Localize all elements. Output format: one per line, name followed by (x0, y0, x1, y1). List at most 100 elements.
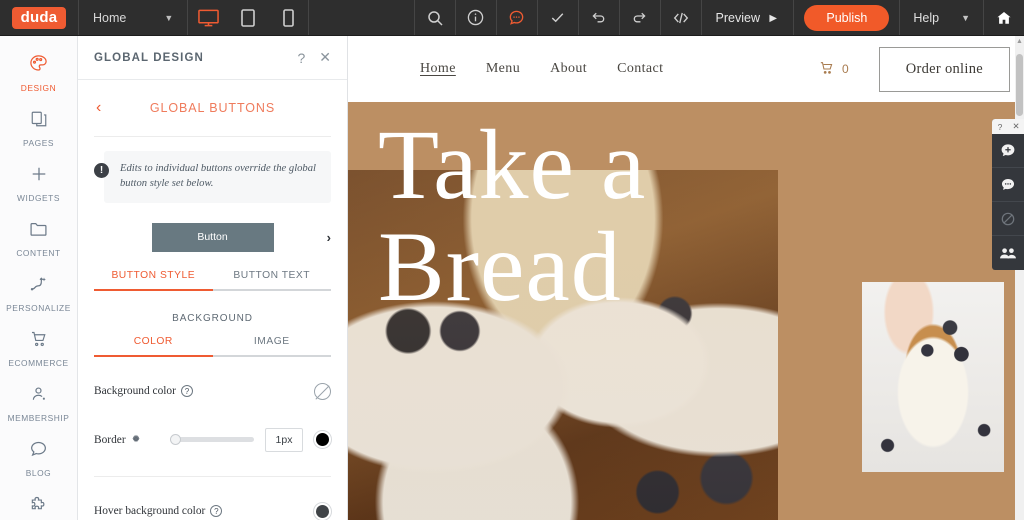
hero-heading-line1: Take a (378, 109, 646, 220)
undo-icon[interactable] (579, 0, 619, 35)
help-label: Help (913, 11, 939, 25)
home-icon[interactable] (984, 0, 1024, 35)
scroll-up-icon[interactable]: ▲ (1016, 38, 1023, 45)
border-controls: 1px (141, 428, 331, 452)
tablet-view-icon[interactable] (228, 0, 268, 35)
preview-label: Preview (716, 11, 760, 25)
chevron-right-icon[interactable]: › (327, 230, 331, 245)
chat-icon (29, 440, 48, 463)
sidebar-item-label: MEMBERSHIP (8, 413, 70, 423)
hide-icon[interactable] (992, 202, 1024, 236)
sidebar-item-label: PAGES (23, 138, 54, 148)
tab-color[interactable]: COLOR (94, 336, 213, 357)
background-color-label: Background color (94, 385, 176, 397)
button-preview-row: Button › (94, 223, 331, 252)
site-nav-home[interactable]: Home (420, 61, 456, 77)
divider (94, 136, 331, 137)
hero-section[interactable]: Take a Bread (348, 102, 1024, 520)
sidebar-item-label: ECOMMERCE (8, 358, 68, 368)
site-nav-about[interactable]: About (550, 61, 587, 77)
palette-icon (29, 54, 48, 78)
publish-button[interactable]: Publish (804, 5, 889, 31)
close-icon[interactable]: ✕ (1008, 119, 1024, 134)
sidebar-item-membership[interactable]: MEMBERSHIP (0, 377, 77, 432)
order-online-button[interactable]: Order online (879, 47, 1010, 92)
sidebar-item-pages[interactable]: PAGES (0, 102, 77, 157)
sidebar-item-app-store[interactable]: APP STORE (0, 487, 77, 520)
canvas-scrollbar[interactable]: ▲ (1015, 36, 1024, 520)
team-icon[interactable] (992, 236, 1024, 270)
sidebar-item-label: DESIGN (21, 83, 56, 93)
sidebar-item-blog[interactable]: BLOG (0, 432, 77, 487)
slider-handle[interactable] (170, 434, 181, 445)
hover-background-color-label: Hover background color (94, 505, 205, 517)
hero-heading[interactable]: Take a Bread (378, 114, 778, 318)
sidebar-item-ecommerce[interactable]: ECOMMERCE (0, 322, 77, 377)
sidebar-item-label: BLOG (26, 468, 51, 478)
sidebar-item-content[interactable]: CONTENT (0, 212, 77, 267)
site-nav-menu[interactable]: Menu (486, 61, 520, 77)
help-icon[interactable]: ? (297, 50, 305, 66)
page-selector[interactable]: Home ▼ (79, 0, 187, 35)
background-tabs: COLOR IMAGE (94, 336, 331, 357)
cart-icon (30, 330, 48, 353)
scrollbar-thumb[interactable] (1016, 54, 1023, 116)
tab-image[interactable]: IMAGE (213, 336, 332, 357)
mobile-view-icon[interactable] (268, 0, 308, 35)
sidebar-item-design[interactable]: DESIGN (0, 46, 77, 102)
chevron-down-icon: ▼ (961, 13, 970, 23)
gear-icon[interactable] (131, 431, 141, 449)
duda-logo-text: duda (12, 7, 67, 29)
preview-button[interactable]: Preview ► (702, 0, 794, 35)
button-tabs: BUTTON STYLE BUTTON TEXT (94, 270, 331, 291)
border-color-swatch[interactable] (314, 431, 331, 448)
global-design-panel: GLOBAL DESIGN ? ✕ ‹ GLOBAL BUTTONS ! Edi… (78, 36, 348, 520)
site-nav-contact[interactable]: Contact (617, 61, 663, 77)
panel-body: ‹ GLOBAL BUTTONS ! Edits to individual b… (78, 80, 347, 520)
search-icon[interactable] (415, 0, 455, 35)
cart-widget[interactable]: 0 (820, 61, 849, 78)
border-width-slider[interactable] (170, 437, 254, 442)
background-section-title: BACKGROUND (94, 313, 331, 324)
back-icon[interactable]: ‹ (96, 100, 101, 116)
notice-banner: ! Edits to individual buttons override t… (94, 151, 331, 203)
help-icon[interactable]: ? (181, 385, 193, 397)
redo-icon[interactable] (620, 0, 660, 35)
cake-photo[interactable] (862, 282, 1004, 472)
button-preview[interactable]: Button (152, 223, 274, 252)
page-title: GLOBAL DESIGN (94, 52, 283, 64)
code-icon[interactable] (661, 0, 701, 35)
background-color-row: Background color ? (94, 383, 331, 402)
sidebar-item-label: WIDGETS (17, 193, 60, 203)
add-comment-icon[interactable] (992, 134, 1024, 168)
close-icon[interactable]: ✕ (319, 49, 331, 66)
check-icon[interactable] (538, 0, 578, 35)
info-icon[interactable] (456, 0, 496, 35)
comments-icon[interactable] (497, 0, 537, 35)
border-row: Border 1px (94, 428, 331, 454)
border-label: Border (94, 434, 126, 446)
site-preview-canvas[interactable]: Home Menu About Contact 0 Order online (348, 36, 1024, 520)
site-nav-right: 0 Order online (820, 47, 1010, 92)
border-width-input[interactable]: 1px (265, 428, 303, 452)
sidebar-item-label: CONTENT (16, 248, 60, 258)
site-navigation: Home Menu About Contact 0 Order online (348, 36, 1024, 102)
site-nav-links: Home Menu About Contact (420, 61, 663, 77)
tab-button-text[interactable]: BUTTON TEXT (213, 270, 332, 291)
cart-count: 0 (842, 62, 849, 76)
background-color-swatch[interactable] (314, 383, 331, 400)
desktop-view-icon[interactable] (188, 0, 228, 35)
sidebar-item-widgets[interactable]: WIDGETS (0, 157, 77, 212)
help-icon[interactable]: ? (210, 505, 222, 517)
exclamation-icon: ! (94, 163, 109, 178)
tab-button-style[interactable]: BUTTON STYLE (94, 270, 213, 291)
help-menu[interactable]: Help ▼ (900, 0, 983, 35)
duda-logo[interactable]: duda (0, 0, 78, 35)
sidebar-item-personalize[interactable]: PERSONALIZE (0, 267, 77, 322)
hover-background-color-swatch[interactable] (314, 503, 331, 520)
help-icon[interactable]: ? (992, 119, 1008, 134)
puzzle-icon (30, 495, 48, 518)
right-toolbar: ? ✕ (992, 119, 1024, 270)
comment-bubble-icon[interactable] (992, 168, 1024, 202)
plus-icon (30, 165, 48, 188)
